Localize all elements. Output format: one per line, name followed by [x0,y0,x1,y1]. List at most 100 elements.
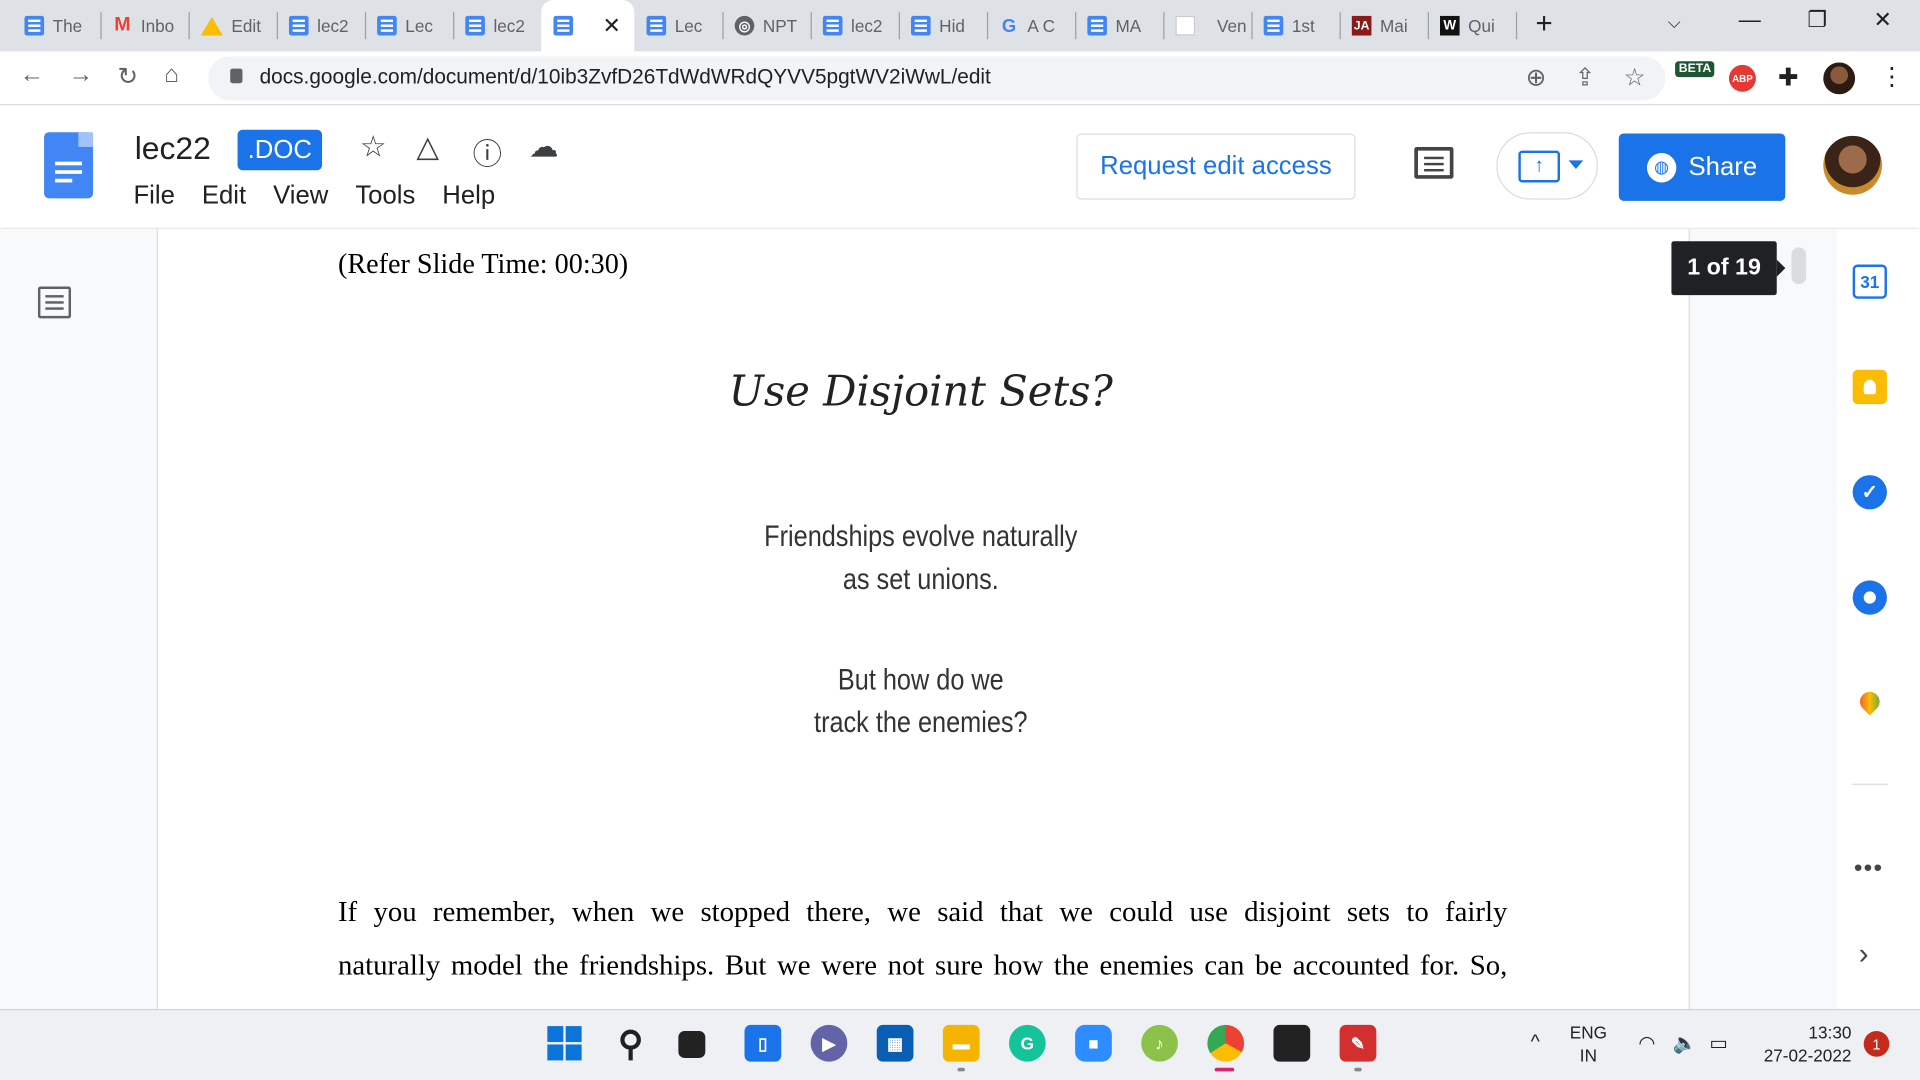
new-tab-button[interactable]: + [1536,7,1553,41]
minimize-icon[interactable]: — [1739,7,1761,33]
tab-title: lec2 [851,15,883,36]
star-icon[interactable]: ☆ [360,130,386,166]
browser-menu-icon[interactable]: ⋮ [1880,61,1904,92]
browser-tab[interactable]: lec2 [277,10,360,42]
browser-tab[interactable]: lec2 [453,10,536,42]
url-text[interactable]: docs.google.com/document/d/10ib3ZvfD26Td… [260,65,991,89]
blank-page-icon [1175,15,1196,36]
zoom-icon[interactable]: ⊕ [1526,62,1547,93]
browser-tab[interactable]: Ven [1163,10,1247,42]
paragraph-line: naturally model the friendships. But we … [337,950,1508,983]
menu-file[interactable]: File [133,181,174,210]
clock[interactable]: 13:30 27-02-2022 [1751,1021,1852,1068]
zoom-app-icon[interactable]: ■ [1075,1024,1112,1062]
chrome-icon[interactable] [1207,1024,1245,1062]
chevron-down-icon[interactable] [1568,160,1584,169]
globe-icon: ◍ [1646,152,1677,182]
search-icon[interactable]: ⚲ [612,1024,649,1062]
tab-title: 1st [1291,15,1315,36]
back-arrow-icon[interactable]: ← [20,61,44,89]
reload-icon[interactable]: ↻ [118,61,139,92]
browser-tab[interactable]: lec2 [811,10,894,42]
lock-icon[interactable] [230,68,243,84]
browser-tab[interactable]: Hid [899,10,982,42]
browser-tab-strip: The M Inbo Edit lec2 Lec lec2 ✕ Lec ◎ NPT … [0,0,1920,52]
maps-icon[interactable] [1853,684,1887,718]
slide-text-line: track the enemies? [814,706,1028,740]
menu-bar: File Edit View Tools Help [133,181,495,210]
bookmark-star-icon[interactable]: ☆ [1624,62,1646,93]
restore-icon[interactable]: ❐ [1807,7,1827,33]
profile-avatar[interactable] [1823,62,1856,95]
contacts-icon[interactable] [1852,580,1887,615]
file-explorer-icon[interactable]: ▬ [942,1024,980,1062]
battery-icon[interactable]: ▭ [1709,1032,1728,1055]
teams-chat-icon[interactable]: ▶ [810,1024,848,1062]
more-addons-icon[interactable]: ••• [1854,855,1883,883]
account-avatar[interactable] [1823,135,1883,195]
forward-arrow-icon[interactable]: → [69,61,93,89]
add-to-drive-icon[interactable]: △ [416,130,439,166]
notification-badge[interactable]: 1 [1863,1031,1890,1057]
close-tab-icon[interactable]: ✕ [602,13,620,39]
sticky-notes-icon[interactable] [1273,1024,1311,1062]
tab-separator [1515,12,1518,40]
share-page-icon[interactable]: ⇪ [1575,62,1596,93]
request-edit-access-button[interactable]: Request edit access [1076,133,1356,200]
expand-panel-icon[interactable]: › [1859,938,1869,972]
menu-help[interactable]: Help [442,181,495,210]
scrollbar-thumb[interactable] [1791,247,1807,285]
docs-icon [465,15,485,36]
keep-icon[interactable] [1852,369,1887,405]
browser-tab[interactable]: JA Mai [1340,10,1423,42]
present-button[interactable]: ↑ [1496,132,1598,200]
browser-tab-active[interactable]: ✕ [541,0,635,52]
browser-tab[interactable]: Edit [189,10,272,42]
grammarly-icon[interactable]: G [1008,1024,1046,1062]
docs-icon [1263,15,1284,36]
cloud-saved-icon[interactable]: ☁ [529,130,558,166]
widgets-icon[interactable]: ▯ [744,1024,782,1062]
info-icon[interactable]: ⓘ [473,130,502,173]
document-outline-icon[interactable] [37,286,72,319]
task-view-icon[interactable] [678,1031,706,1058]
browser-tab[interactable]: GA C [987,10,1070,42]
browser-tab[interactable]: W Qui [1428,10,1511,42]
language-indicator[interactable]: ENG IN [1570,1021,1607,1068]
menu-view[interactable]: View [273,181,328,210]
browser-tab[interactable]: MA [1075,10,1158,42]
windows-start-icon[interactable] [546,1025,583,1062]
browser-tab[interactable]: Lec [634,10,717,42]
calendar-icon[interactable]: 31 [1852,264,1887,299]
acrobat-icon[interactable]: ✎ [1339,1024,1377,1062]
close-window-icon[interactable]: ✕ [1873,7,1891,33]
menu-edit[interactable]: Edit [202,181,246,210]
browser-tab[interactable]: 1st [1251,10,1334,42]
language-code: ENG [1569,1022,1607,1043]
share-button[interactable]: ◍ Share [1618,133,1786,201]
docs-icon [1087,15,1107,36]
store-icon[interactable]: ▦ [876,1024,914,1062]
volume-icon[interactable]: 🔈 [1673,1032,1697,1055]
tab-search-chevron-icon[interactable]: ⌵ [1668,12,1681,33]
tab-title: Qui [1468,15,1495,36]
docs-icon [288,15,309,36]
docs-logo-icon[interactable] [44,132,94,199]
tasks-icon[interactable]: ✓ [1852,475,1887,510]
app-icon[interactable]: ♪ [1141,1024,1178,1062]
show-hidden-icons[interactable]: ^ [1531,1031,1540,1054]
comment-history-icon[interactable] [1414,146,1454,179]
browser-tab[interactable]: The [12,10,95,42]
browser-tab[interactable]: M Inbo [100,10,183,42]
tab-title: Mai [1380,15,1408,36]
home-icon[interactable]: ⌂ [164,61,179,89]
browser-tab[interactable]: ◎ NPT [722,10,805,42]
wifi-icon[interactable]: ◠ [1638,1032,1655,1055]
adblock-plus-icon[interactable]: ABP [1728,64,1756,92]
menu-tools[interactable]: Tools [355,181,415,210]
tab-title: Edit [231,15,261,36]
document-title[interactable]: lec22 [135,130,211,168]
extension-beta-badge[interactable]: BETA [1675,61,1715,78]
extensions-puzzle-icon[interactable]: ✚ [1778,62,1799,93]
browser-tab[interactable]: Lec [365,10,448,42]
